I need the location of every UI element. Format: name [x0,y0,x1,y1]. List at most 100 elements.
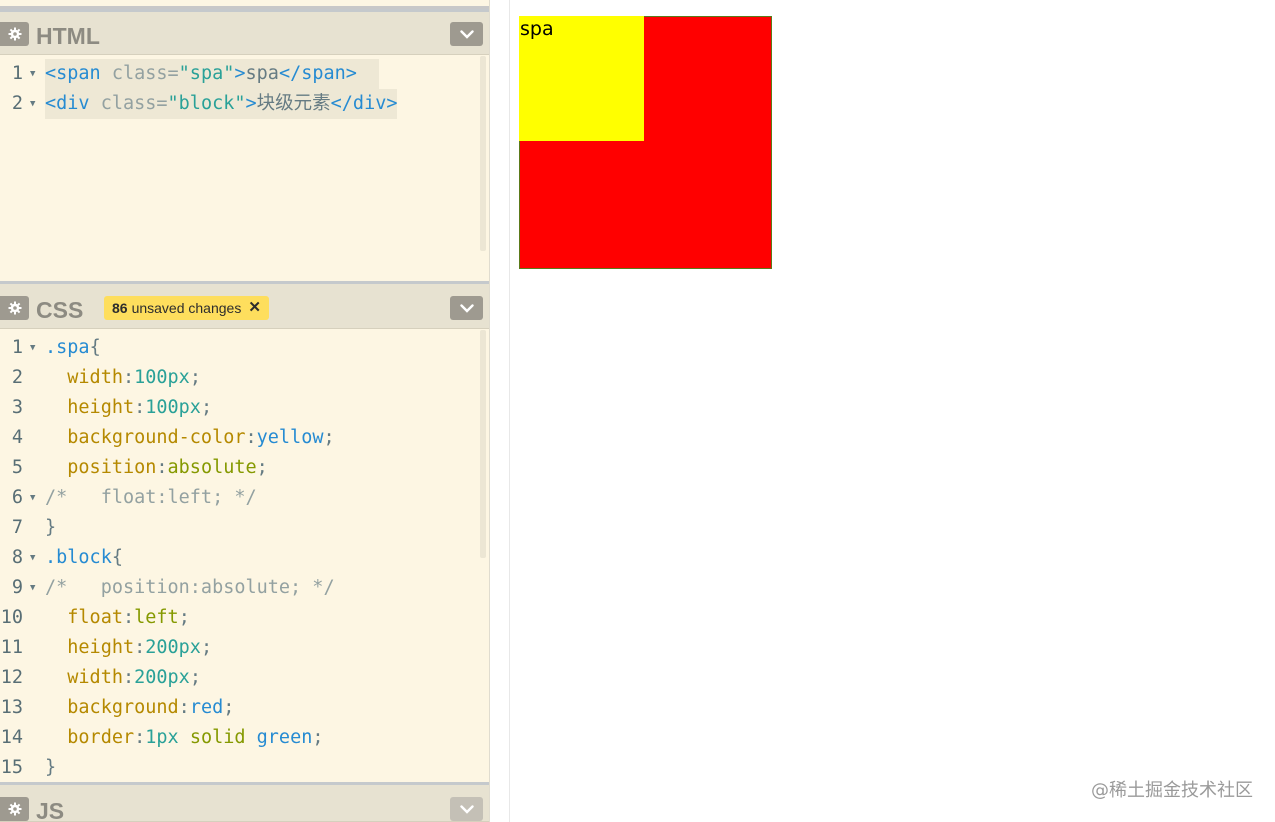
code-token: ; [323,427,335,448]
code-token: height [67,397,135,418]
line-number: 7 [11,517,23,538]
fold-arrow-icon[interactable]: ▼ [30,573,35,603]
code-token: width [67,367,123,388]
code-text: } [45,753,56,782]
watermark: @稀土掘金技术社区 [1091,780,1253,801]
code-token: > [234,63,246,84]
css-code-editor[interactable]: 1 ▼ .spa{2 width:100px; 3 height:100px; 4 ba… [0,330,489,782]
code-token: } [45,757,57,778]
code-token: /* float:left; */ [45,487,257,508]
code-line[interactable]: 9 ▼ /* position:absolute; */ [0,573,489,603]
js-panel-chevron-down-icon[interactable] [450,797,483,821]
unsaved-label: unsaved changes [131,300,242,316]
code-token: ; [178,607,190,628]
line-number: 1 [11,337,23,358]
code-token: 100px [145,397,201,418]
code-token: left [134,607,179,628]
js-settings-gear-icon[interactable] [0,797,29,821]
code-line[interactable]: 6 ▼ /* float:left; */ [0,483,489,513]
code-token: } [45,517,57,538]
line-number: 2 [11,93,23,114]
line-number: 2 [11,367,23,388]
code-text: border:1px solid green; [45,723,323,753]
code-line[interactable]: 13 background:red; [0,693,489,723]
code-token: "block" [167,93,246,114]
line-number: 11 [0,637,23,658]
code-line[interactable]: 10 float:left; [0,603,489,633]
line-number: 1 [11,63,23,84]
code-text: width:200px; [45,663,201,693]
code-token: : [122,607,135,628]
code-line[interactable]: 1 ▼ .spa{ [0,333,489,363]
code-token: </span> [278,63,357,84]
code-token: { [89,337,101,358]
code-token: > [245,93,257,114]
fold-arrow-icon[interactable]: ▼ [30,543,35,573]
code-token: <span [45,63,101,84]
code-token: position [67,457,157,478]
code-line[interactable]: 12 width:200px; [0,663,489,693]
html-panel-chevron-down-icon[interactable] [450,22,483,46]
code-line[interactable]: 14 border:1px solid green; [0,723,489,753]
editor-column: HTML 1 ▼ <span class="spa">spa</span> 2 ▼ <di… [0,0,490,822]
line-number: 13 [0,697,23,718]
fold-arrow-icon[interactable]: ▼ [30,59,35,89]
code-token: "spa" [178,63,235,84]
code-token: : [134,397,146,418]
line-number: 12 [0,667,23,688]
code-line[interactable]: 7} [0,513,489,543]
code-token: ; [200,637,213,658]
fold-arrow-icon[interactable]: ▼ [30,89,35,119]
code-line[interactable]: 1 ▼ <span class="spa">spa</span> [0,59,489,89]
code-text: background:red; [45,693,234,723]
code-line[interactable]: 5 position:absolute; [0,453,489,483]
code-token: { [111,547,123,568]
code-token: 100px [134,367,190,388]
code-token: ; [200,397,213,418]
code-token: : [134,727,146,748]
line-number: 15 [0,757,23,778]
code-line[interactable]: 4 background-color:yellow; [0,423,489,453]
code-text: float:left; [45,603,190,633]
html-settings-gear-icon[interactable] [0,22,29,46]
code-token: 块级元素 [256,93,331,114]
code-line[interactable]: 3 height:100px; [0,393,489,423]
code-token: </div> [330,93,398,114]
line-number: 14 [0,727,23,748]
code-text: .block{ [45,543,123,573]
code-line[interactable]: 8 ▼ .block{ [0,543,489,573]
code-token: : [134,637,146,658]
code-line[interactable]: 15} [0,753,489,782]
code-token: : [245,427,257,448]
code-line[interactable]: 11 height:200px; [0,633,489,663]
unsaved-changes-badge[interactable]: 86 unsaved changes ✕ [104,296,269,320]
code-line[interactable]: 2 width:100px; [0,363,489,393]
line-number: 4 [11,427,23,448]
code-token: : [122,367,135,388]
close-icon[interactable]: ✕ [248,296,261,320]
html-code-editor[interactable]: 1 ▼ <span class="spa">spa</span> 2 ▼ <div cla… [0,56,489,281]
css-settings-gear-icon[interactable] [0,296,29,320]
css-panel-header: CSS 86 unsaved changes ✕ [0,281,489,329]
code-text: /* float:left; */ [45,483,257,513]
code-token: ; [223,697,235,718]
code-token: border [67,727,135,748]
code-line[interactable]: 2 ▼ <div class="block">块级元素</div> [0,89,489,119]
css-panel-chevron-down-icon[interactable] [450,296,483,320]
code-text: .spa{ [45,333,101,363]
fold-arrow-icon[interactable]: ▼ [30,333,35,363]
code-token: /* position:absolute; */ [45,577,335,598]
line-number: 3 [11,397,23,418]
code-token: background-color [67,427,246,448]
code-token: red [189,697,224,718]
fold-arrow-icon[interactable]: ▼ [30,483,35,513]
code-text: <span class="spa">spa</span> [45,59,379,89]
